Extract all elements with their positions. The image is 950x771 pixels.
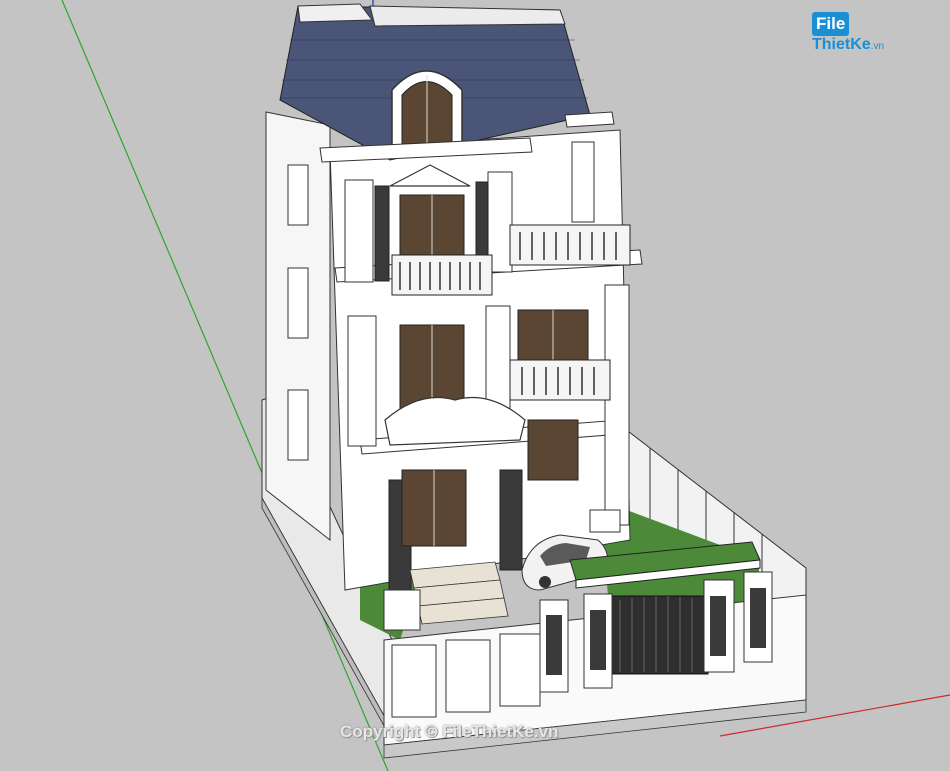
house-3d-model xyxy=(61,0,950,771)
filethietke-logo: FileThietKe.vn xyxy=(812,12,920,53)
balcony xyxy=(509,224,631,266)
copyright-watermark: Copyright © FileThietKe.vn xyxy=(340,722,559,741)
sketchup-viewport[interactable]: FileThietKe.vn Copyright © FileThietKe.v… xyxy=(0,0,950,771)
logo-tld: .vn xyxy=(870,41,885,52)
logo-file-badge: File xyxy=(812,12,850,36)
main-gate xyxy=(607,595,709,675)
logo-name: ThietKe xyxy=(812,36,871,53)
balcony xyxy=(391,254,493,296)
window xyxy=(527,419,579,481)
balcony xyxy=(509,359,611,401)
